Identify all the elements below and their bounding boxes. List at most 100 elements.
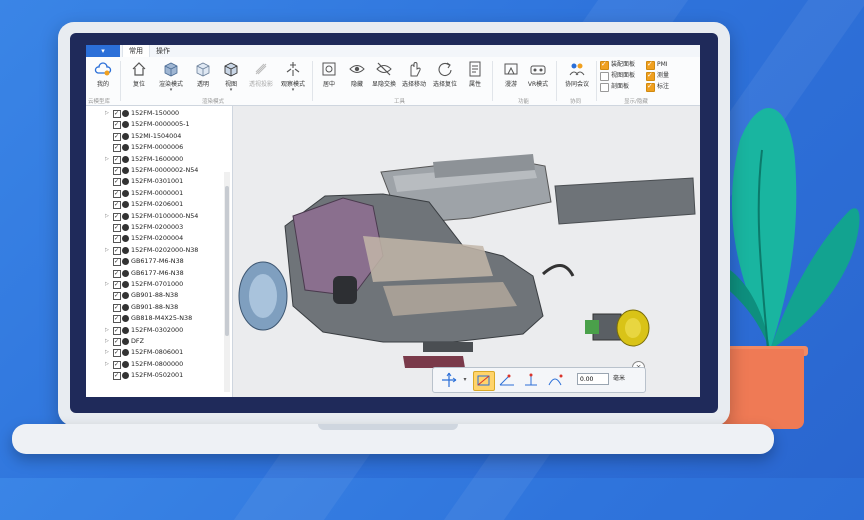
checkbox-annotation[interactable]: 标注: [646, 81, 669, 92]
3d-viewport[interactable]: [233, 106, 700, 397]
tree-item[interactable]: GB6177-M6-N38: [86, 268, 222, 279]
perspective-button[interactable]: 透视投影: [244, 59, 278, 97]
tree-item[interactable]: GB901-88-N38: [86, 290, 222, 301]
measure-value-input[interactable]: 0.00: [577, 373, 609, 385]
tree-item[interactable]: GB6177-M6-N38: [86, 256, 222, 267]
expand-arrow-icon[interactable]: ▷: [105, 347, 109, 358]
visibility-checkbox[interactable]: [113, 199, 121, 210]
tree-item[interactable]: ▷ 152FM-1600000: [86, 154, 222, 165]
tree-item[interactable]: 152FM-0200004: [86, 233, 222, 244]
visibility-checkbox[interactable]: [113, 233, 121, 244]
visibility-checkbox[interactable]: [113, 279, 121, 290]
measure-point-tool[interactable]: [521, 371, 541, 389]
tree-item[interactable]: ▷ 152FM-0806001: [86, 347, 222, 358]
tree-item[interactable]: ▷ 152FM-0100000-N54: [86, 211, 222, 222]
tree-item[interactable]: ▷ 152FM-0302000: [86, 325, 222, 336]
visibility-checkbox[interactable]: [113, 119, 121, 130]
move-axis-tool[interactable]: [439, 371, 459, 389]
tree-item[interactable]: 152FM-0000005-1: [86, 119, 222, 130]
expand-arrow-icon[interactable]: ▷: [105, 336, 109, 347]
expand-arrow-icon[interactable]: ▷: [105, 154, 109, 165]
tree-item[interactable]: ▷ 152FM-0800000: [86, 359, 222, 370]
swap-visibility-button[interactable]: 显隐交换: [368, 59, 400, 97]
vr-mode-button[interactable]: VR模式: [522, 59, 554, 97]
expand-arrow-icon[interactable]: ▷: [105, 245, 109, 256]
center-button[interactable]: 居中: [314, 59, 344, 97]
observe-mode-button[interactable]: 观察模式 ▾: [276, 59, 310, 97]
visibility-checkbox[interactable]: [113, 268, 121, 279]
checkbox-box[interactable]: [600, 59, 609, 70]
measure-radius-tool[interactable]: [545, 371, 565, 389]
tree-item[interactable]: 152MI-1504004: [86, 131, 222, 142]
measure-angle-tool[interactable]: [497, 371, 517, 389]
select-reset-button[interactable]: 选择复位: [428, 59, 462, 97]
visibility-checkbox[interactable]: [113, 165, 121, 176]
select-move-button[interactable]: 选择移动: [398, 59, 430, 97]
part-icon: [122, 155, 129, 163]
tree-item[interactable]: GB818-M4X25-N38: [86, 313, 222, 324]
expand-arrow-icon[interactable]: ▷: [105, 211, 109, 222]
visibility-checkbox[interactable]: [113, 154, 121, 165]
transparent-button[interactable]: 透明: [188, 59, 218, 97]
visibility-checkbox[interactable]: [113, 336, 121, 347]
expand-arrow-icon[interactable]: ▷: [105, 108, 109, 119]
tree-item[interactable]: ▷ 152FM-0701000: [86, 279, 222, 290]
app-menu-button[interactable]: ▾: [86, 45, 120, 57]
visibility-checkbox[interactable]: [113, 142, 121, 153]
tree-item[interactable]: 152FM-0200003: [86, 222, 222, 233]
checkbox-section-panel[interactable]: 剖面板: [600, 82, 629, 92]
visibility-checkbox[interactable]: [113, 290, 121, 301]
checkbox-measure[interactable]: 测量: [646, 70, 669, 81]
tree-item[interactable]: 152FM-0502001: [86, 370, 222, 381]
expand-arrow-icon[interactable]: ▷: [105, 325, 109, 336]
visibility-checkbox[interactable]: [113, 108, 121, 119]
tree-item[interactable]: 152FM-0000002-N54: [86, 165, 222, 176]
visibility-checkbox[interactable]: [113, 131, 121, 142]
tree-item[interactable]: 152FM-0000001: [86, 188, 222, 199]
visibility-checkbox[interactable]: [113, 222, 121, 233]
reset-button[interactable]: 复位: [124, 59, 154, 97]
checkbox-box[interactable]: [600, 83, 609, 92]
tab-operate[interactable]: 操作: [150, 45, 176, 57]
part-icon: [122, 189, 129, 197]
tree-item[interactable]: 152FM-0301001: [86, 176, 222, 187]
visibility-checkbox[interactable]: [113, 370, 121, 381]
move-axis-icon: [442, 372, 457, 387]
checkbox-view-panel[interactable]: 视图面板: [600, 71, 635, 81]
tree-item[interactable]: GB901-88-N38: [86, 302, 222, 313]
tree-item[interactable]: ▷ 152FM-0202000-N38: [86, 245, 222, 256]
expand-arrow-icon[interactable]: ▷: [105, 279, 109, 290]
part-icon: [122, 246, 129, 254]
checkbox-box[interactable]: [646, 59, 655, 70]
tree-item[interactable]: ▷ 152FM-150000: [86, 108, 222, 119]
visibility-checkbox[interactable]: [113, 188, 121, 199]
meeting-button[interactable]: 协同会议: [560, 59, 594, 97]
visibility-checkbox[interactable]: [113, 359, 121, 370]
visibility-checkbox[interactable]: [113, 325, 121, 336]
checkbox-box[interactable]: [600, 72, 609, 81]
visibility-checkbox[interactable]: [113, 313, 121, 324]
render-mode-button[interactable]: 渲染模式 ▾: [154, 59, 188, 97]
tab-common[interactable]: 常用: [122, 45, 150, 57]
visibility-checkbox[interactable]: [113, 176, 121, 187]
visibility-checkbox[interactable]: [113, 211, 121, 222]
tree-scrollbar-thumb[interactable]: [225, 186, 229, 336]
tree-item[interactable]: ▷ DFZ: [86, 336, 222, 347]
chevron-down-icon[interactable]: ▾: [461, 371, 469, 389]
visibility-checkbox[interactable]: [113, 347, 121, 358]
checkbox-box[interactable]: [646, 81, 655, 92]
properties-button[interactable]: 属性: [460, 59, 490, 97]
visibility-checkbox[interactable]: [113, 245, 121, 256]
expand-arrow-icon[interactable]: ▷: [105, 359, 109, 370]
tree-item[interactable]: 152FM-0206001: [86, 199, 222, 210]
tree-item[interactable]: 152FM-0000006: [86, 142, 222, 153]
measure-distance-tool[interactable]: [473, 371, 495, 391]
view-button[interactable]: 视图 ▾: [216, 59, 246, 97]
visibility-checkbox[interactable]: [113, 302, 121, 313]
checkbox-pmi[interactable]: PMI: [646, 59, 668, 70]
my-cloud-button[interactable]: 我的: [88, 59, 118, 97]
visibility-checkbox[interactable]: [113, 256, 121, 267]
checkbox-box[interactable]: [646, 70, 655, 81]
checkbox-assembly-panel[interactable]: 装配面板: [600, 59, 635, 70]
group-label-render: 渲染模式: [202, 99, 225, 105]
